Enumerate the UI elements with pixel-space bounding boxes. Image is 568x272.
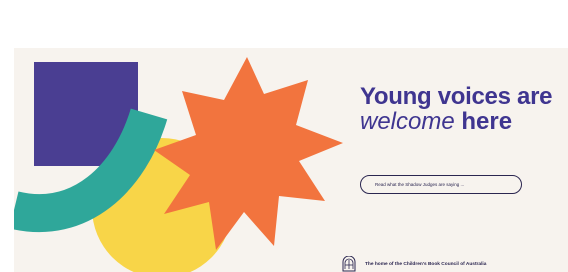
- decorative-shapes: [14, 57, 343, 272]
- cbca-logo-icon[interactable]: [342, 256, 356, 272]
- footer-strip: The home of the Children's Book Council …: [342, 254, 486, 272]
- footer-text: The home of the Children's Book Council …: [365, 261, 487, 267]
- headline-bold-word: here: [461, 108, 513, 136]
- shadow-judges-button[interactable]: Read what the Shadow Judges are saying .…: [360, 175, 522, 194]
- hero-banner: Young voices are welcome here Read what …: [14, 48, 568, 272]
- headline-italic-word: welcome: [360, 108, 455, 136]
- headline-line-1: Young voices are: [360, 83, 553, 110]
- headline-line-2: welcome here: [360, 109, 568, 134]
- hero-headline: Young voices are welcome here: [360, 84, 568, 134]
